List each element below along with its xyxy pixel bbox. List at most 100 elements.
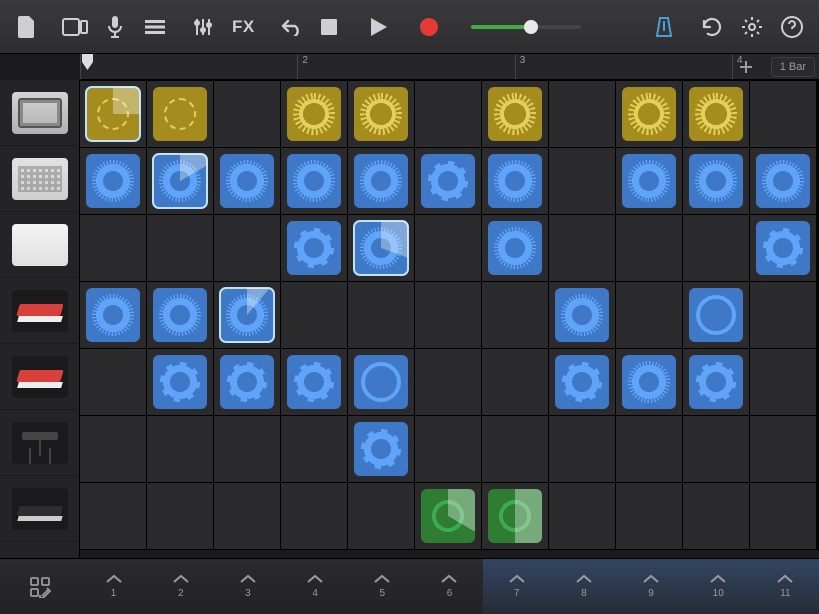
loop-cell[interactable] — [488, 87, 542, 141]
grid-cell[interactable] — [750, 416, 816, 482]
grid-cell[interactable] — [482, 282, 548, 348]
grid-cell[interactable] — [214, 81, 280, 147]
loop-cell[interactable] — [220, 154, 274, 208]
loop-cell[interactable] — [689, 87, 743, 141]
grid-cell[interactable] — [616, 282, 682, 348]
loop-cell[interactable] — [354, 154, 408, 208]
column-trigger[interactable]: 5 — [349, 559, 416, 614]
column-trigger[interactable]: 7 — [483, 559, 550, 614]
track-header-drum-machine[interactable] — [0, 146, 79, 212]
track-header-keyboard-dark[interactable] — [0, 476, 79, 542]
track-header-keyboard-red-2[interactable] — [0, 344, 79, 410]
loop-cell[interactable] — [153, 355, 207, 409]
grid-cell[interactable] — [80, 148, 146, 214]
column-trigger[interactable]: 4 — [282, 559, 349, 614]
loop-cell[interactable] — [756, 221, 810, 275]
grid-cell[interactable] — [147, 416, 213, 482]
column-trigger[interactable]: 9 — [617, 559, 684, 614]
grid-cell[interactable] — [482, 215, 548, 281]
grid-cell[interactable] — [415, 349, 481, 415]
grid-cell[interactable] — [683, 416, 749, 482]
stop-button[interactable] — [315, 10, 343, 44]
grid-cell[interactable] — [616, 215, 682, 281]
loop-cell[interactable] — [622, 87, 676, 141]
grid-cell[interactable] — [214, 148, 280, 214]
help-button[interactable] — [775, 10, 809, 44]
grid-cell[interactable] — [80, 349, 146, 415]
grid-cell[interactable] — [482, 349, 548, 415]
fx-button[interactable]: FX — [226, 10, 261, 44]
browser-button[interactable] — [58, 10, 92, 44]
track-header-keyboard-stand[interactable] — [0, 410, 79, 476]
grid-cell[interactable] — [750, 215, 816, 281]
grid-cell[interactable] — [616, 483, 682, 549]
grid-cell[interactable] — [683, 215, 749, 281]
grid-cell[interactable] — [549, 215, 615, 281]
grid-cell[interactable] — [549, 483, 615, 549]
grid-cell[interactable] — [415, 215, 481, 281]
grid-cell[interactable] — [683, 81, 749, 147]
loop-cell[interactable] — [153, 288, 207, 342]
loop-cell[interactable] — [153, 154, 207, 208]
loop-cell[interactable] — [153, 87, 207, 141]
grid-cell[interactable] — [281, 215, 347, 281]
loop-cell[interactable] — [488, 154, 542, 208]
column-trigger[interactable]: 3 — [214, 559, 281, 614]
grid-cell[interactable] — [281, 81, 347, 147]
loop-cell[interactable] — [86, 154, 140, 208]
grid-cell[interactable] — [348, 282, 414, 348]
column-trigger[interactable]: 10 — [685, 559, 752, 614]
column-trigger[interactable]: 11 — [752, 559, 819, 614]
grid-cell[interactable] — [281, 148, 347, 214]
grid-cell[interactable] — [80, 215, 146, 281]
grid-cell[interactable] — [415, 282, 481, 348]
loop-cell[interactable] — [86, 288, 140, 342]
grid-cell[interactable] — [214, 215, 280, 281]
track-header-drum-kit[interactable] — [0, 80, 79, 146]
loop-cell[interactable] — [488, 221, 542, 275]
settings-button[interactable] — [735, 10, 769, 44]
grid-cell[interactable] — [482, 81, 548, 147]
grid-cell[interactable] — [214, 483, 280, 549]
grid-cell[interactable] — [750, 483, 816, 549]
grid-cell[interactable] — [549, 282, 615, 348]
grid-cell[interactable] — [348, 81, 414, 147]
loop-cell[interactable] — [689, 355, 743, 409]
column-trigger[interactable]: 6 — [416, 559, 483, 614]
master-volume-slider[interactable] — [471, 17, 581, 37]
loop-cell[interactable] — [689, 154, 743, 208]
grid-cell[interactable] — [281, 416, 347, 482]
tracks-button[interactable] — [138, 10, 172, 44]
grid-cell[interactable] — [683, 282, 749, 348]
play-button[interactable] — [365, 10, 393, 44]
grid-cell[interactable] — [281, 282, 347, 348]
mixer-button[interactable] — [186, 10, 220, 44]
grid-cell[interactable] — [750, 349, 816, 415]
loop-cell[interactable] — [421, 489, 475, 543]
my-songs-button[interactable] — [10, 10, 44, 44]
loop-cell[interactable] — [287, 154, 341, 208]
column-trigger[interactable]: 8 — [550, 559, 617, 614]
grid-cell[interactable] — [683, 483, 749, 549]
loop-cell[interactable] — [555, 288, 609, 342]
grid-cell[interactable] — [683, 148, 749, 214]
grid-cell[interactable] — [549, 148, 615, 214]
undo-button[interactable] — [275, 10, 309, 44]
cycle-length[interactable]: 1 Bar — [771, 57, 815, 77]
loop-cell[interactable] — [287, 355, 341, 409]
grid-cell[interactable] — [482, 483, 548, 549]
grid-cell[interactable] — [415, 416, 481, 482]
grid-cell[interactable] — [549, 81, 615, 147]
grid-cell[interactable] — [683, 349, 749, 415]
grid-cell[interactable] — [616, 416, 682, 482]
loop-cell[interactable] — [354, 87, 408, 141]
grid-cell[interactable] — [80, 416, 146, 482]
loop-cell[interactable] — [421, 154, 475, 208]
mic-icon[interactable] — [98, 10, 132, 44]
loop-cell[interactable] — [220, 355, 274, 409]
grid-cell[interactable] — [750, 148, 816, 214]
loop-cell[interactable] — [622, 154, 676, 208]
loop-cell[interactable] — [354, 355, 408, 409]
grid-cell[interactable] — [80, 282, 146, 348]
column-trigger[interactable]: 2 — [147, 559, 214, 614]
